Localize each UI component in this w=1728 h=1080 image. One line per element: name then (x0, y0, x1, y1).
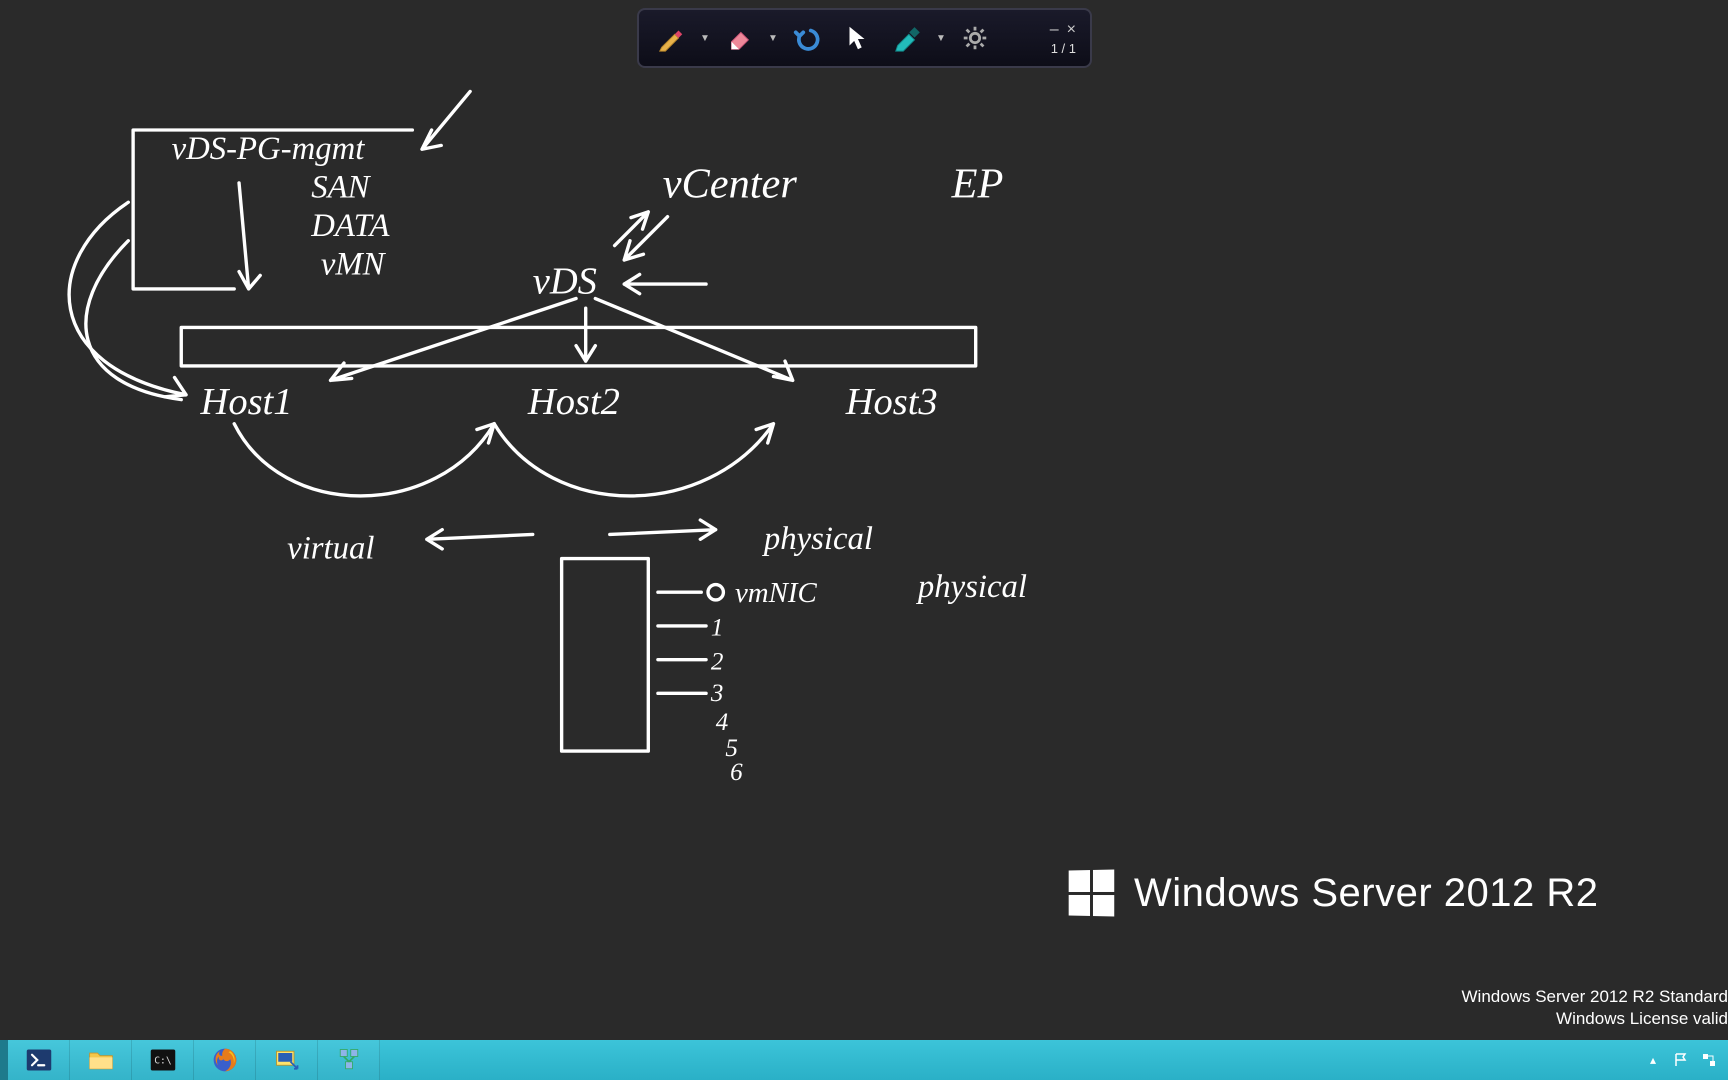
label-data: DATA (310, 208, 390, 244)
pointer-tool-button[interactable] (835, 16, 879, 60)
os-name: Windows Server 2012 R2 (1134, 871, 1599, 916)
highlighter-icon (892, 23, 922, 53)
label-host3: Host3 (845, 381, 938, 423)
undo-icon (792, 23, 822, 53)
folder-icon (87, 1046, 115, 1074)
putty-icon (273, 1046, 301, 1074)
pointer-icon (842, 23, 872, 53)
minimize-button[interactable]: – (1050, 21, 1059, 39)
gear-icon (960, 23, 990, 53)
flag-icon (1673, 1052, 1689, 1068)
tray-action-center-icon[interactable] (1672, 1051, 1690, 1069)
label-host1: Host1 (200, 381, 293, 423)
page-indicator-group: – × 1 / 1 (1050, 21, 1080, 56)
firefox-icon (211, 1046, 239, 1074)
nic-3: 3 (710, 680, 724, 707)
label-vds: vDS (533, 261, 597, 303)
taskbar-item-firefox[interactable] (194, 1040, 256, 1080)
eraser-dropdown[interactable]: ▼ (767, 33, 779, 44)
label-vcenter: vCenter (663, 160, 798, 207)
system-tray: ▴ (1634, 1040, 1728, 1080)
vsphere-icon (335, 1046, 363, 1074)
eraser-icon (724, 23, 754, 53)
nic-6: 6 (730, 759, 743, 786)
annotation-toolbar: ▼ ▼ ▼ – × 1 / 1 (637, 8, 1092, 68)
tray-network-icon[interactable] (1700, 1051, 1718, 1069)
start-edge[interactable] (0, 1040, 8, 1080)
label-pg: vDS-PG-mgmt (172, 131, 366, 167)
highlighter-dropdown[interactable]: ▼ (935, 33, 947, 44)
label-vmn: vMN (321, 246, 387, 282)
network-icon (1701, 1052, 1717, 1068)
label-san: SAN (311, 169, 371, 205)
windows-logo-icon (1069, 870, 1115, 917)
svg-text:C:\: C:\ (154, 1056, 172, 1067)
cmd-icon: C:\ (149, 1046, 177, 1074)
label-vmnic: vmNIC (735, 577, 818, 609)
taskbar-item-explorer[interactable] (70, 1040, 132, 1080)
taskbar: C:\ ▴ (0, 1040, 1728, 1080)
license-watermark: Windows Server 2012 R2 Standard Windows … (1462, 986, 1728, 1030)
powershell-icon (25, 1046, 53, 1074)
tray-chevron-up-icon[interactable]: ▴ (1644, 1051, 1662, 1069)
pen-icon (656, 23, 686, 53)
os-branding: Windows Server 2012 R2 (1068, 870, 1599, 916)
label-host2: Host2 (527, 381, 620, 423)
close-button[interactable]: × (1067, 21, 1076, 39)
pen-dropdown[interactable]: ▼ (699, 33, 711, 44)
taskbar-item-vsphere[interactable] (318, 1040, 380, 1080)
undo-button[interactable] (785, 16, 829, 60)
pen-tool-button[interactable] (649, 16, 693, 60)
page-indicator: 1 / 1 (1051, 41, 1076, 56)
license-line2: Windows License valid (1462, 1008, 1728, 1030)
taskbar-item-putty[interactable] (256, 1040, 318, 1080)
label-physical: physical (762, 521, 873, 557)
settings-button[interactable] (953, 16, 997, 60)
nic-2: 2 (711, 648, 724, 675)
label-virtual: virtual (287, 531, 374, 567)
nic-5: 5 (725, 735, 738, 762)
license-line1: Windows Server 2012 R2 Standard (1462, 986, 1728, 1008)
highlighter-tool-button[interactable] (885, 16, 929, 60)
nic-4: 4 (716, 709, 729, 736)
label-physical2: physical (916, 569, 1027, 605)
label-ep: EP (951, 160, 1004, 207)
taskbar-item-cmd[interactable]: C:\ (132, 1040, 194, 1080)
eraser-tool-button[interactable] (717, 16, 761, 60)
taskbar-item-powershell[interactable] (8, 1040, 70, 1080)
nic-1: 1 (711, 615, 724, 642)
